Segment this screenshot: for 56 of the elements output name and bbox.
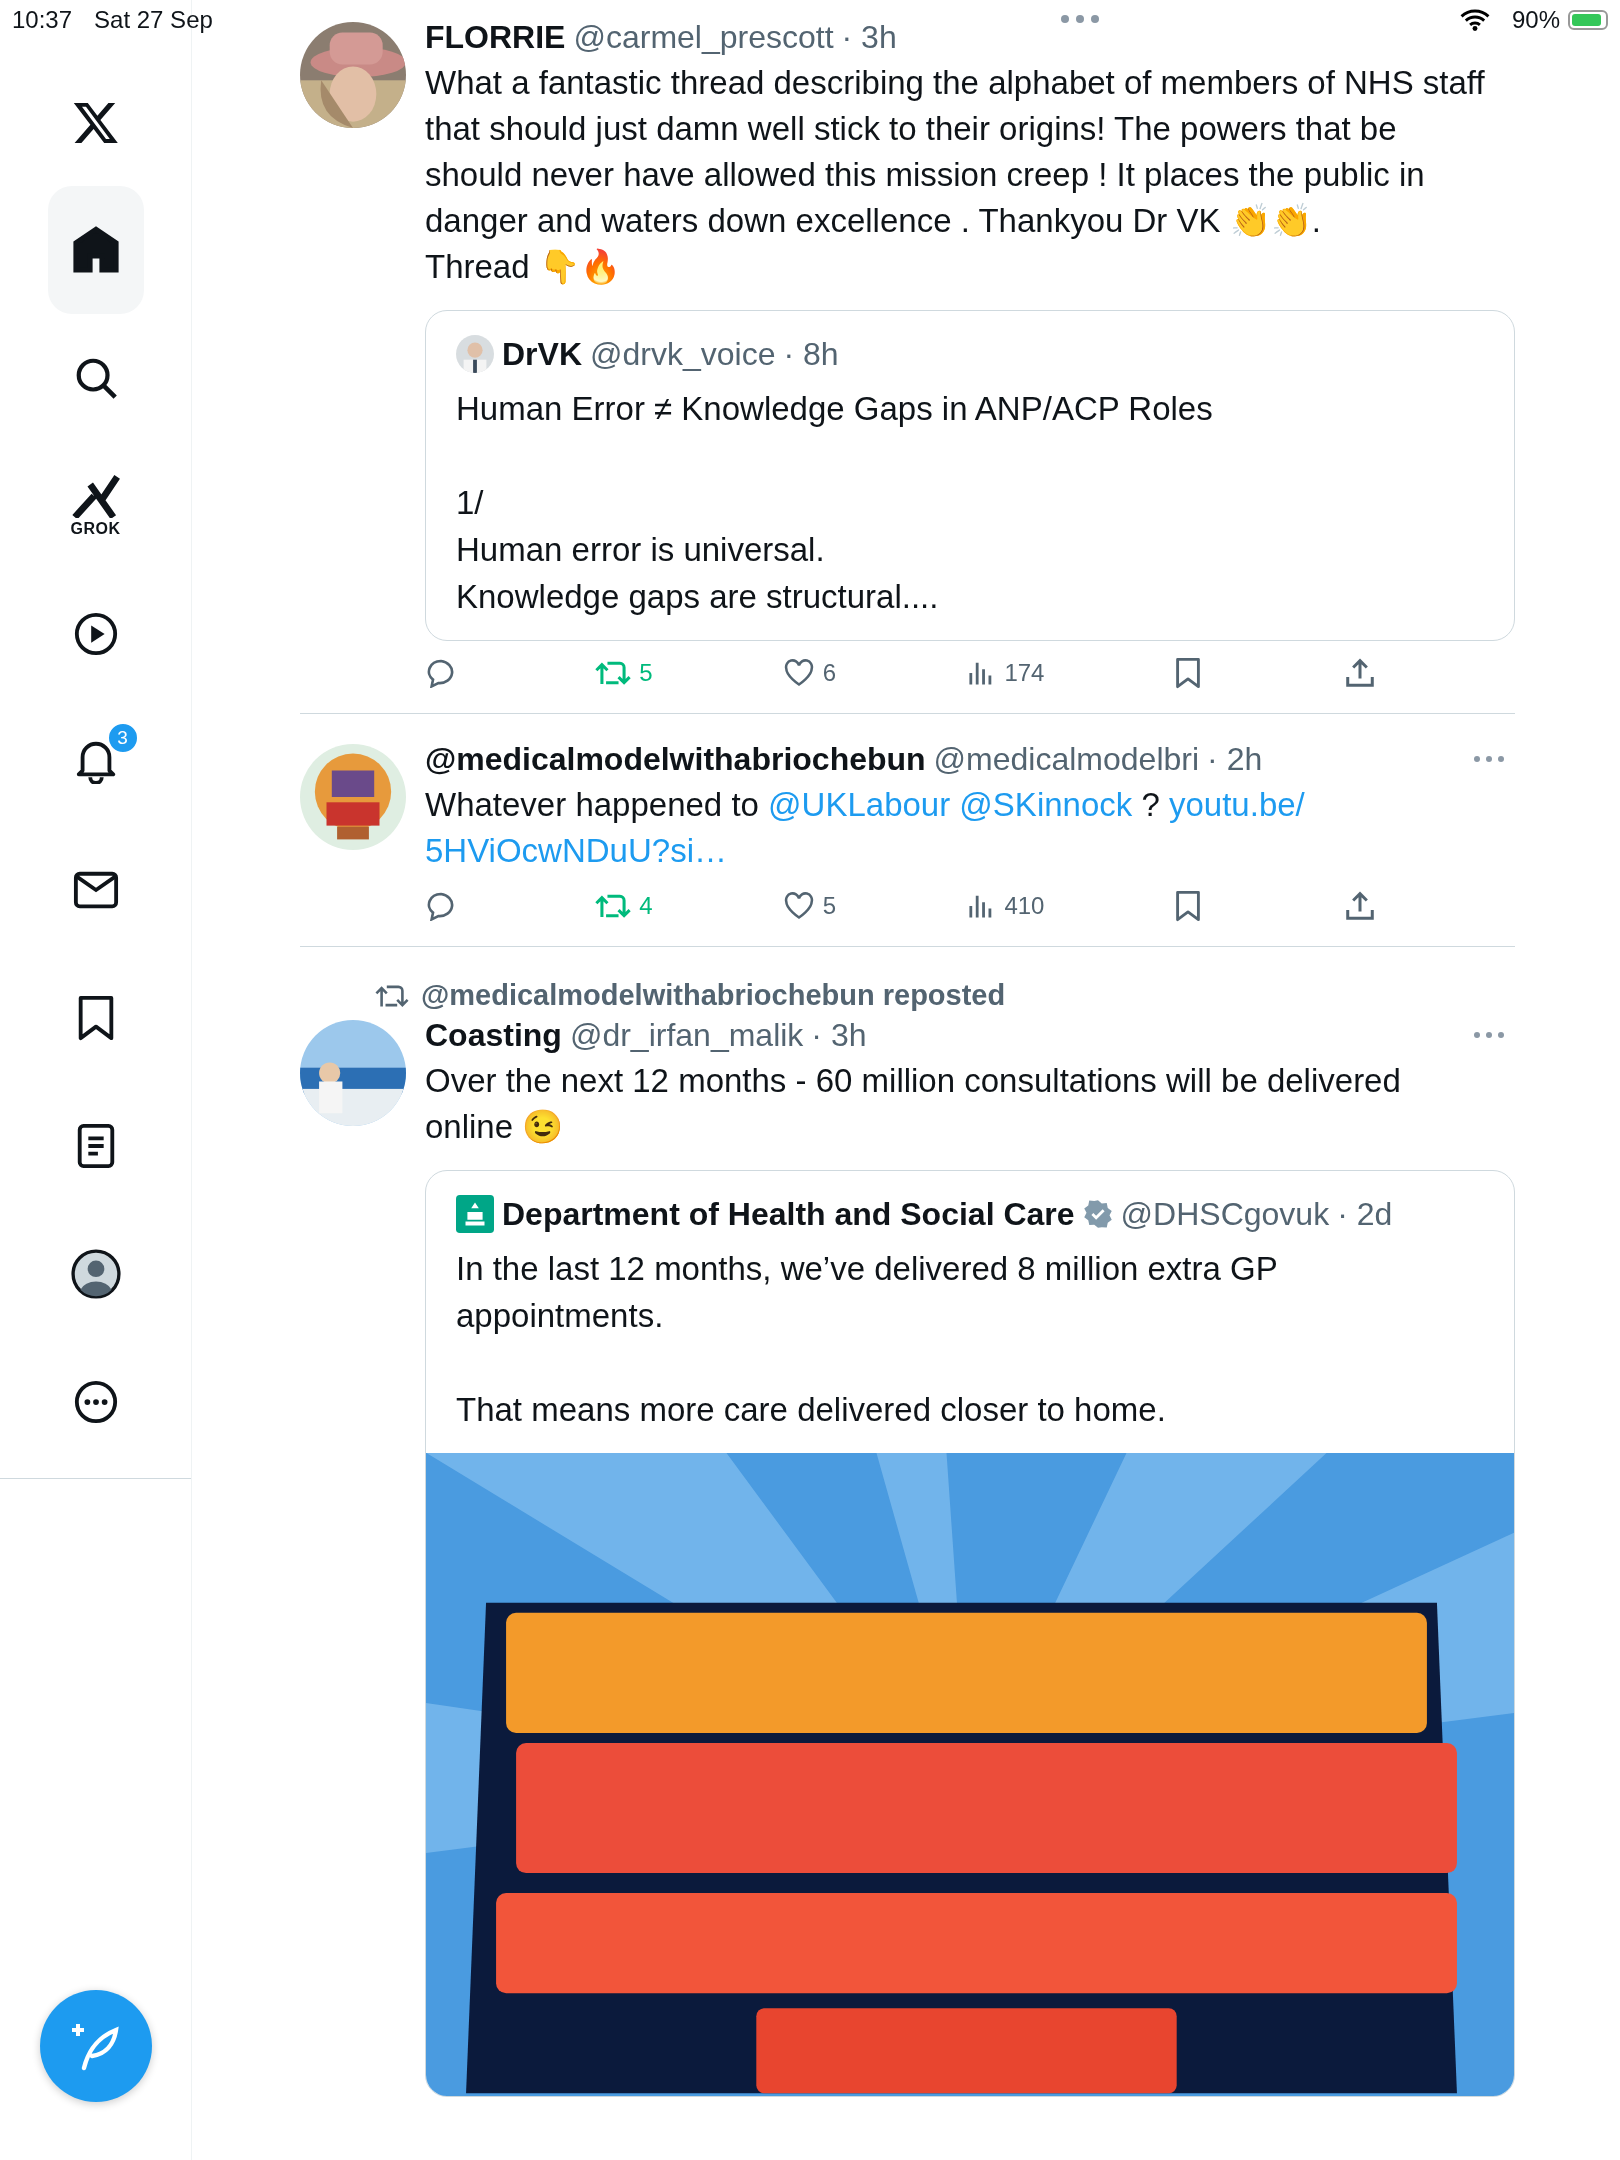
author-name[interactable]: FLORRIE <box>425 18 566 56</box>
post-text: Whatever happened to @UKLabour @SKinnock ? youtu.be/ 5HViOcwNDuU?si… <box>425 785 1306 871</box>
nav-item[interactable]: GROK <box>47 442 144 570</box>
more-icon <box>72 1379 119 1425</box>
wifi-icon <box>1459 9 1490 31</box>
heart-icon[interactable] <box>782 659 815 687</box>
slash-logo-icon <box>70 474 121 518</box>
nav-item[interactable] <box>47 186 144 314</box>
author-name[interactable]: DrVK <box>502 335 582 373</box>
heart-icon[interactable] <box>782 892 815 920</box>
play-icon <box>72 611 119 657</box>
crest-icon <box>456 1195 494 1233</box>
home-icon <box>71 226 120 274</box>
more-options-icon[interactable] <box>1473 1031 1505 1039</box>
author-name[interactable]: Coasting <box>425 1016 562 1054</box>
like-count: 5 <box>822 892 837 920</box>
post-time: · 3h <box>841 18 897 56</box>
quoted-post-card[interactable]: Department of Health and Social Care @DHSCgovuk · 2d In the last 12 months, we’ve delivered 8 million extra GP appointments. That means more care delivered closer to home. <box>425 1170 1515 2097</box>
grok-label: GROK <box>70 520 121 538</box>
envelope-icon <box>72 870 119 910</box>
post-time: · 8h <box>783 335 839 373</box>
document-icon <box>75 1123 116 1169</box>
author-handle[interactable]: @DHSCgovuk <box>1120 1195 1330 1233</box>
quoted-post-text: Human Error ≠ Knowledge Gaps in ANP/ACP Roles 1/ Human error is universal. Knowledge gaps are structural.... <box>455 389 1214 617</box>
notification-badge: 3 <box>106 722 139 754</box>
view-count: 174 <box>1004 659 1045 687</box>
bookmark-icon[interactable] <box>1174 890 1201 922</box>
share-icon[interactable] <box>1344 658 1375 688</box>
profile-icon <box>70 1249 121 1299</box>
author-handle[interactable]: @dr_irfan_malik <box>569 1016 804 1054</box>
compose-button[interactable] <box>40 1990 152 2102</box>
status-time: 10:37 <box>12 6 73 34</box>
repost-count: 4 <box>639 892 653 920</box>
quoted-post-card[interactable]: DrVK @drvk_voice · 8h Human Error ≠ Knowledge Gaps in ANP/ACP Roles 1/ Human error is universal. Knowledge gaps are structural.... <box>425 310 1515 641</box>
multitasking-dots-icon[interactable] <box>1060 14 1100 24</box>
post-text: Over the next 12 months - 60 million consultations will be delivered online 😉 <box>425 1061 1402 1147</box>
repost-label: @medicalmodelwithabriochebun reposted <box>421 979 1006 1012</box>
more-options-icon[interactable] <box>1473 755 1505 763</box>
post-time: · 2d <box>1337 1195 1393 1233</box>
like-count: 6 <box>822 659 837 687</box>
author-handle[interactable]: @carmel_prescott <box>573 18 834 56</box>
post-time: · 3h <box>811 1016 867 1054</box>
author-name[interactable]: Department of Health and Social Care <box>502 1195 1075 1233</box>
author-name[interactable]: @medicalmodelwithabriochebun <box>425 740 926 778</box>
battery-icon <box>1568 10 1608 30</box>
quoted-post-text: In the last 12 months, we’ve delivered 8 million extra GP appointments. That means more care delivered closer to home. <box>455 1249 1279 1430</box>
author-handle[interactable]: @medicalmodelbri <box>933 740 1200 778</box>
author-handle[interactable]: @drvk_voice <box>590 335 776 373</box>
battery-percent: 90% <box>1511 6 1560 34</box>
bookmark-icon[interactable] <box>1174 657 1201 689</box>
repost-count: 5 <box>639 659 653 687</box>
post-time: · 2h <box>1207 740 1263 778</box>
share-icon[interactable] <box>1344 891 1375 921</box>
view-count: 410 <box>1004 892 1045 920</box>
status-date: Sat 27 Sep <box>94 6 213 34</box>
post-text: What a fantastic thread describing the alphabet of members of NHS staff that should just damn well stick to their origins! The powers that be should never have allowed this mission creep ! It places the public in danger and waters down excellence . Thankyou Dr VK 👏👏. Thread 👇🔥 <box>425 63 1486 287</box>
